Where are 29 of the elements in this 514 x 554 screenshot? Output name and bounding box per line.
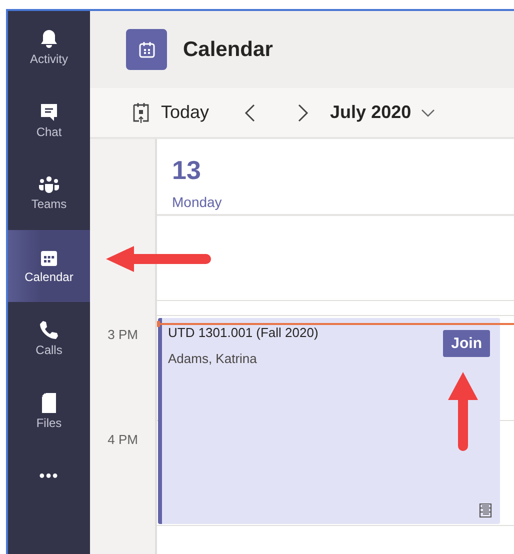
bell-icon bbox=[40, 29, 58, 49]
phone-icon bbox=[39, 320, 59, 340]
calendar-app-icon bbox=[126, 29, 167, 70]
rail-item[interactable]: Calendar bbox=[8, 230, 90, 302]
chevron-right-icon bbox=[297, 102, 310, 122]
rail-item[interactable]: Calls bbox=[8, 302, 90, 375]
weekday-label: Monday bbox=[172, 194, 223, 210]
file-icon bbox=[41, 393, 57, 413]
more-button[interactable]: ••• bbox=[39, 468, 59, 486]
rail-item[interactable]: Files bbox=[8, 375, 90, 448]
rail-item[interactable]: Teams bbox=[8, 157, 90, 230]
chevron-left-icon bbox=[244, 102, 256, 122]
time-label: 4 PM bbox=[106, 432, 139, 449]
chevron-down-icon bbox=[421, 108, 436, 116]
rail-item[interactable]: Activity bbox=[8, 11, 90, 84]
calendar-icon bbox=[40, 248, 58, 266]
rail-item[interactable]: Chat bbox=[8, 84, 90, 157]
people-icon bbox=[38, 176, 60, 194]
today-button[interactable]: Today bbox=[130, 102, 210, 124]
day-number: 13 bbox=[172, 156, 202, 184]
event-card[interactable]: UTD 1301.001 (Fall 2020) Adams, Katrina Join bbox=[158, 318, 500, 524]
join-button[interactable]: Join bbox=[443, 330, 490, 357]
page-title: Calendar bbox=[183, 38, 273, 62]
event-title: UTD 1301.001 (Fall 2020) bbox=[168, 325, 320, 340]
event-organizer: Adams, Katrina bbox=[168, 351, 258, 366]
month-picker[interactable]: July 2020 bbox=[330, 102, 436, 123]
time-label: 3 PM bbox=[106, 327, 139, 344]
notes-icon bbox=[478, 503, 493, 518]
chat-icon bbox=[39, 102, 59, 122]
